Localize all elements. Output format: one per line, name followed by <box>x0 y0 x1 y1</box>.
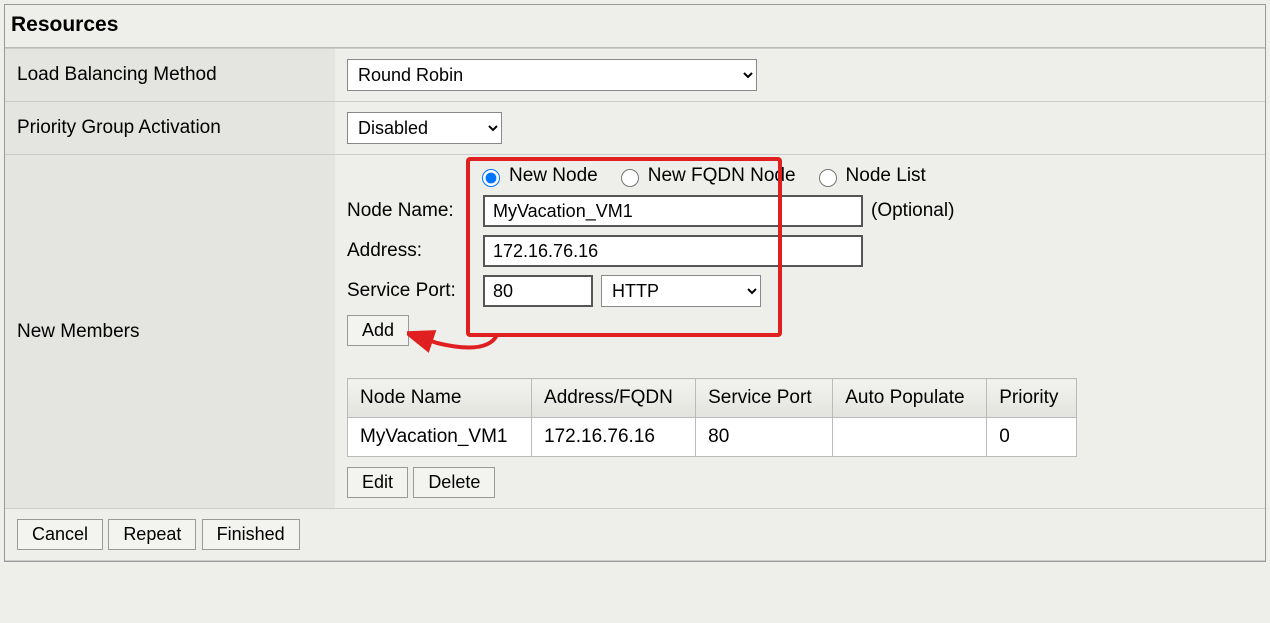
radio-new-fqdn-node-input[interactable] <box>621 169 639 187</box>
members-table: Node Name Address/FQDN Service Port Auto… <box>347 378 1077 457</box>
new-members-area: New Node New FQDN Node Node List <box>347 165 1253 498</box>
service-port-label: Service Port: <box>347 280 475 302</box>
radio-new-fqdn-node-label: New FQDN Node <box>648 165 796 187</box>
radio-new-node-input[interactable] <box>482 169 500 187</box>
panel-title: Resources <box>5 5 1265 48</box>
node-name-label: Node Name: <box>347 200 475 222</box>
priority-group-label: Priority Group Activation <box>5 102 335 155</box>
delete-button[interactable]: Delete <box>413 467 495 498</box>
col-service-port: Service Port <box>696 379 833 418</box>
col-priority: Priority <box>987 379 1077 418</box>
radio-node-list-input[interactable] <box>819 169 837 187</box>
radio-node-list[interactable]: Node List <box>814 165 926 187</box>
repeat-button[interactable]: Repeat <box>108 519 196 550</box>
cell-auto-populate <box>833 418 987 457</box>
cell-node-name: MyVacation_VM1 <box>348 418 532 457</box>
radio-node-list-label: Node List <box>846 165 926 187</box>
priority-group-select[interactable]: Disabled <box>347 112 502 144</box>
address-label: Address: <box>347 240 475 262</box>
add-button[interactable]: Add <box>347 315 409 346</box>
address-input[interactable] <box>483 235 863 267</box>
layout-table: Load Balancing Method Round Robin Priori… <box>5 48 1265 561</box>
edit-button[interactable]: Edit <box>347 467 408 498</box>
node-name-input[interactable] <box>483 195 863 227</box>
cell-priority: 0 <box>987 418 1077 457</box>
finished-button[interactable]: Finished <box>202 519 300 550</box>
service-port-proto-select[interactable]: HTTP <box>601 275 761 307</box>
cell-address: 172.16.76.16 <box>532 418 696 457</box>
radio-new-node[interactable]: New Node <box>477 165 598 187</box>
col-auto-populate: Auto Populate <box>833 379 987 418</box>
lb-method-select[interactable]: Round Robin <box>347 59 757 91</box>
service-port-input[interactable] <box>483 275 593 307</box>
new-members-label: New Members <box>5 155 335 509</box>
radio-new-node-label: New Node <box>509 165 598 187</box>
node-type-radio-group: New Node New FQDN Node Node List <box>477 165 1253 187</box>
col-node-name: Node Name <box>348 379 532 418</box>
table-row[interactable]: MyVacation_VM1 172.16.76.16 80 0 <box>348 418 1077 457</box>
cancel-button[interactable]: Cancel <box>17 519 103 550</box>
col-address: Address/FQDN <box>532 379 696 418</box>
resources-panel: Resources Load Balancing Method Round Ro… <box>4 4 1266 562</box>
radio-new-fqdn-node[interactable]: New FQDN Node <box>616 165 796 187</box>
cell-service-port: 80 <box>696 418 833 457</box>
lb-method-label: Load Balancing Method <box>5 49 335 102</box>
node-name-optional: (Optional) <box>871 200 954 222</box>
